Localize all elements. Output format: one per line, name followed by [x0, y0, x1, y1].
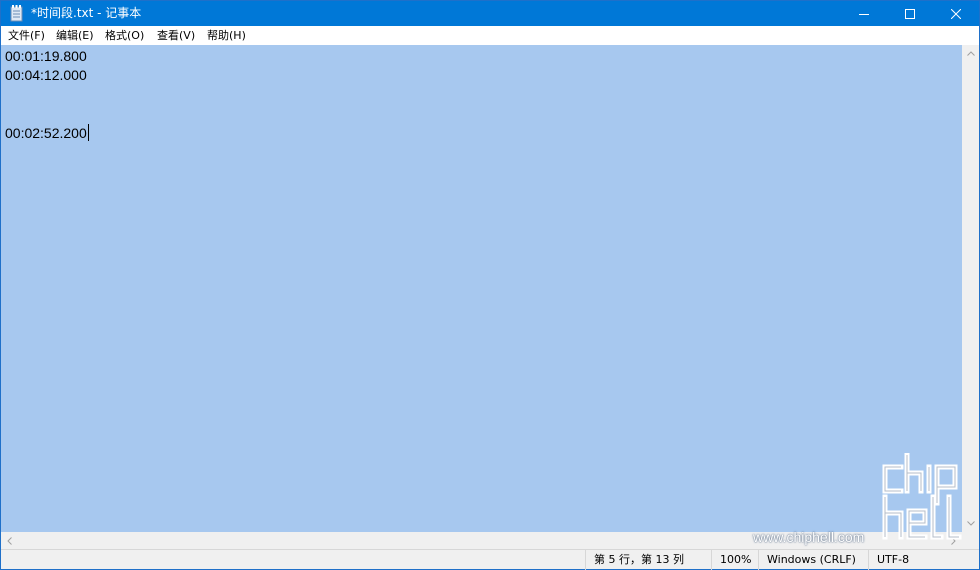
scroll-left-button[interactable] [1, 532, 18, 549]
text-line-1: 00:01:19.800 [5, 48, 87, 64]
chevron-up-icon [966, 51, 975, 56]
window-title: *时间段.txt - 记事本 [31, 6, 142, 20]
maximize-button[interactable] [887, 1, 933, 26]
menu-edit[interactable]: 编辑(E) [56, 28, 94, 43]
chevron-left-icon [7, 536, 12, 545]
title-bar[interactable]: *时间段.txt - 记事本 [1, 1, 979, 26]
minimize-icon [859, 13, 869, 15]
scroll-up-button[interactable] [962, 45, 979, 62]
status-zoom: 100% [711, 550, 758, 570]
menu-view[interactable]: 查看(V) [157, 28, 195, 43]
status-encoding: UTF-8 [868, 550, 979, 570]
watermark-url: www.chiphell.com [753, 529, 865, 545]
close-icon [951, 8, 961, 19]
status-cursor-position: 第 5 行，第 13 列 [585, 550, 711, 570]
status-line-ending: Windows (CRLF) [758, 550, 868, 570]
watermark: www.chiphell.com [753, 453, 975, 553]
text-line-2: 00:04:12.000 [5, 67, 87, 83]
text-line-5: 00:02:52.200 [5, 124, 89, 142]
chiphell-logo-icon [882, 453, 962, 540]
menu-help[interactable]: 帮助(H) [207, 28, 246, 43]
maximize-icon [905, 8, 915, 19]
menu-format[interactable]: 格式(O) [105, 28, 144, 43]
notepad-app-icon [10, 5, 23, 22]
text-caret [87, 124, 89, 141]
minimize-button[interactable] [841, 1, 887, 26]
menu-file[interactable]: 文件(F) [8, 28, 45, 43]
text-line-5-content: 00:02:52.200 [5, 125, 87, 141]
close-button[interactable] [933, 1, 979, 26]
menu-bar: 文件(F) 编辑(E) 格式(O) 查看(V) 帮助(H) [1, 26, 979, 45]
notepad-window: *时间段.txt - 记事本 文件(F) 编辑(E) 格式(O) 查看(V) 帮… [0, 0, 980, 570]
